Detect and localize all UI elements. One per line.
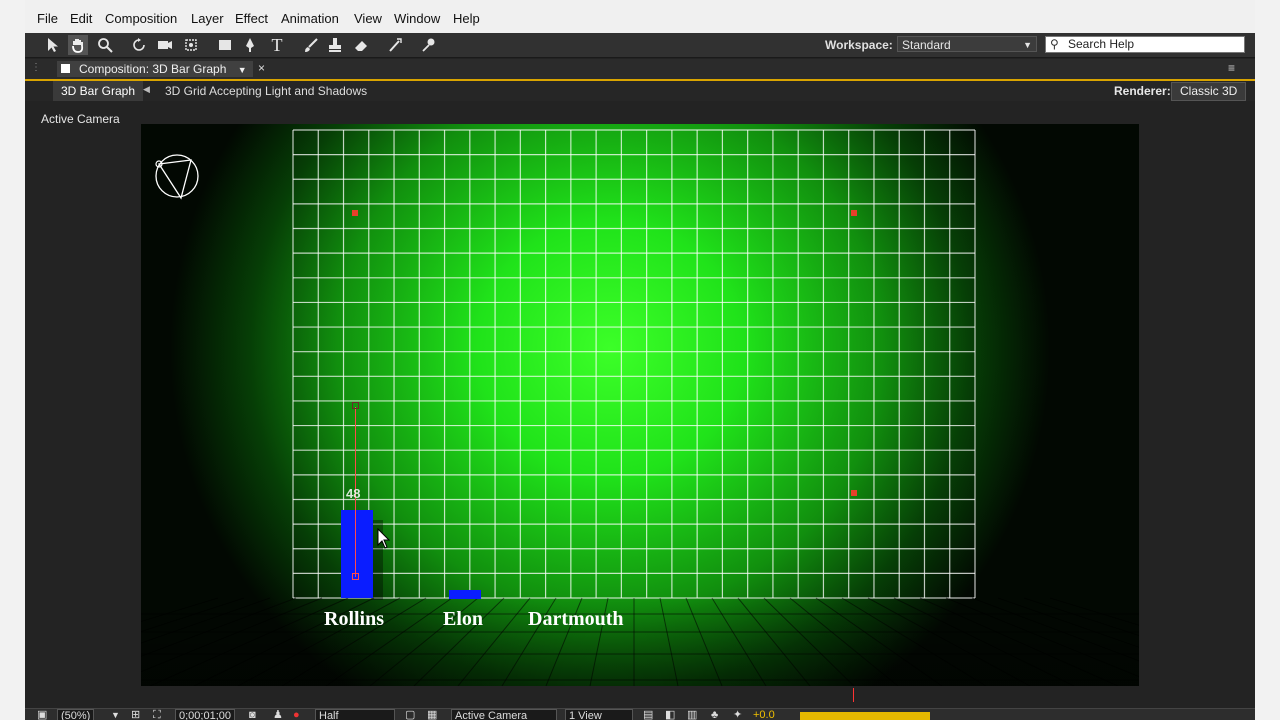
- snapshot-icon[interactable]: ◙: [249, 709, 256, 720]
- breadcrumb-next[interactable]: 3D Grid Accepting Light and Shadows: [165, 84, 367, 98]
- view-select[interactable]: Active Camera: [451, 709, 557, 720]
- rectangle-tool-icon[interactable]: [215, 35, 235, 55]
- flowchart-icon[interactable]: ♣: [711, 709, 718, 720]
- toggle-pixel-aspect-icon[interactable]: ▤: [643, 709, 653, 720]
- anchor-point-handle[interactable]: [352, 402, 359, 409]
- left-page-margin: [0, 0, 25, 720]
- bar-rollins[interactable]: [341, 510, 373, 598]
- composition-navigator: 3D Bar Graph ◀ 3D Grid Accepting Light a…: [25, 81, 1255, 101]
- floor-plane: [141, 594, 1139, 686]
- brush-tool-icon[interactable]: [301, 35, 321, 55]
- renderer-button[interactable]: Classic 3D: [1171, 82, 1247, 101]
- bar-label-dartmouth: Dartmouth: [528, 608, 624, 630]
- close-icon[interactable]: ×: [258, 61, 265, 75]
- after-effects-window: File Edit Composition Layer Effect Anima…: [25, 0, 1255, 720]
- always-preview-icon[interactable]: ▣: [37, 709, 47, 720]
- camera-orbit-icon: [155, 154, 199, 200]
- renderer-label: Renderer:: [1114, 84, 1171, 98]
- pan-behind-icon[interactable]: [181, 35, 201, 55]
- view-layout-select[interactable]: 1 View: [565, 709, 633, 720]
- pen-tool-icon[interactable]: [240, 35, 260, 55]
- tools-toolbar: T Workspace: Standard ▼ ⚲ Search Help: [25, 33, 1255, 58]
- search-icon: ⚲: [1050, 37, 1059, 51]
- eraser-icon[interactable]: [351, 35, 371, 55]
- light-handle[interactable]: [352, 210, 358, 216]
- lock-icon: [61, 64, 70, 73]
- chevron-down-icon[interactable]: ▼: [111, 709, 120, 720]
- position-handle[interactable]: [352, 573, 359, 580]
- panel-grip-icon[interactable]: ⋮: [31, 62, 41, 73]
- light-handle[interactable]: [851, 490, 857, 496]
- title-safe-icon[interactable]: ⊞: [131, 709, 140, 720]
- workspace-label: Workspace:: [825, 38, 893, 52]
- bar-label-elon: Elon: [443, 608, 484, 630]
- bar-value-label: 48: [346, 486, 361, 501]
- render-progress-bar: [800, 712, 930, 720]
- bar-label-rollins: Rollins: [324, 608, 385, 630]
- zoom-select[interactable]: (50%): [57, 709, 95, 720]
- resolution-select[interactable]: Half: [315, 709, 395, 720]
- region-of-interest-icon[interactable]: ▢: [405, 709, 415, 720]
- menu-file[interactable]: File: [37, 11, 58, 26]
- menu-view[interactable]: View: [354, 11, 382, 26]
- menu-bar: File Edit Composition Layer Effect Anima…: [25, 0, 1255, 34]
- hand-tool-icon[interactable]: [68, 35, 88, 55]
- menu-animation[interactable]: Animation: [281, 11, 339, 26]
- search-help-input[interactable]: ⚲ Search Help: [1045, 36, 1245, 53]
- camera-orbit-icon[interactable]: [155, 35, 175, 55]
- right-page-margin: [1255, 0, 1280, 720]
- composition-viewer[interactable]: 48 Rollins Elon Dartmouth: [141, 124, 1139, 686]
- time-indicator: [853, 688, 854, 702]
- mouse-cursor-icon: [377, 528, 391, 549]
- fast-previews-icon[interactable]: ◧: [665, 709, 675, 720]
- selection-tool-icon[interactable]: [43, 35, 63, 55]
- rotate-tool-icon[interactable]: [129, 35, 149, 55]
- breadcrumb-current[interactable]: 3D Bar Graph: [53, 81, 144, 101]
- exposure-value[interactable]: +0.0: [753, 709, 775, 720]
- active-camera-label: Active Camera: [41, 112, 120, 126]
- menu-layer[interactable]: Layer: [191, 11, 224, 26]
- composition-panel-tabbar: ⋮ Composition: 3D Bar Graph ▼ × ≡: [25, 59, 1255, 81]
- zoom-tool-icon[interactable]: [95, 35, 115, 55]
- chevron-down-icon[interactable]: ▼: [238, 65, 247, 75]
- roto-brush-icon[interactable]: [385, 35, 405, 55]
- clone-stamp-icon[interactable]: [325, 35, 345, 55]
- show-snapshot-icon[interactable]: ♟: [273, 709, 283, 720]
- timeline-icon[interactable]: ▥: [687, 709, 697, 720]
- search-placeholder: Search Help: [1068, 37, 1135, 51]
- puppet-pin-icon[interactable]: [418, 35, 438, 55]
- timecode-field[interactable]: 0;00;01;00: [175, 709, 235, 720]
- tab-composition[interactable]: Composition: 3D Bar Graph ▼: [57, 61, 253, 77]
- panel-menu-icon[interactable]: ≡: [1228, 61, 1235, 75]
- menu-effect[interactable]: Effect: [235, 11, 268, 26]
- workspace-select[interactable]: Standard ▼: [897, 36, 1037, 52]
- reset-exposure-icon[interactable]: ✦: [733, 709, 742, 720]
- type-tool-icon[interactable]: T: [267, 35, 287, 55]
- menu-help[interactable]: Help: [453, 11, 480, 26]
- mask-visibility-icon[interactable]: ⛶: [153, 709, 161, 720]
- workspace-value: Standard: [902, 38, 951, 52]
- menu-edit[interactable]: Edit: [70, 11, 92, 26]
- bar-elon[interactable]: [449, 590, 481, 599]
- tab-composition-label: Composition: 3D Bar Graph: [79, 62, 227, 76]
- chevron-left-icon: ◀: [143, 84, 150, 94]
- chevron-down-icon: ▼: [1023, 40, 1032, 50]
- menu-window[interactable]: Window: [394, 11, 440, 26]
- transparency-grid-icon[interactable]: ▦: [427, 709, 437, 720]
- viewer-controls-bar: ▣ (50%) ▼ ⊞ ⛶ 0;00;01;00 ◙ ♟ ● Half ▢ ▦ …: [25, 708, 1255, 720]
- color-channel-icon[interactable]: ●: [293, 709, 300, 720]
- menu-composition[interactable]: Composition: [105, 11, 177, 26]
- light-handle[interactable]: [851, 210, 857, 216]
